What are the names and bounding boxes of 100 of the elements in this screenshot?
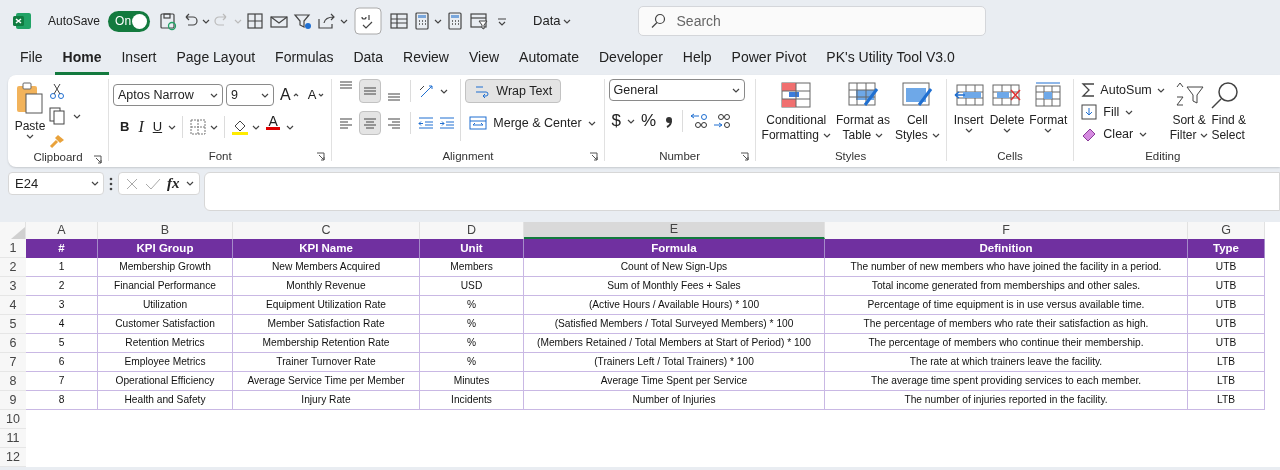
table-cell: The rate at which trainers leave the facility. — [825, 353, 1188, 372]
menu-tab[interactable]: Formulas — [265, 48, 344, 75]
menu-tab[interactable]: View — [458, 48, 510, 75]
menu-tab[interactable]: Power Pivot — [721, 48, 817, 75]
styles-button[interactable]: Conditional Formatting — [759, 79, 833, 146]
sort-filter-button[interactable]: Sort & Filter — [1168, 79, 1210, 146]
spelling-icon[interactable] — [354, 7, 383, 35]
menu-tab[interactable]: Page Layout — [166, 48, 266, 75]
column-header[interactable]: E — [524, 222, 825, 239]
row-number[interactable]: 5 — [0, 315, 26, 334]
dialog-launcher-icon[interactable] — [739, 152, 749, 161]
menu-tab[interactable]: File — [10, 48, 53, 75]
row-number[interactable]: 4 — [0, 296, 26, 315]
table-cell: The number of new members who have joined the facility in a period. — [825, 258, 1188, 277]
name-box[interactable]: E24 — [8, 172, 104, 195]
table-cell: UTB — [1188, 296, 1265, 315]
fill-color-icon[interactable] — [231, 118, 250, 136]
menu-tab[interactable]: Data — [343, 48, 394, 75]
row-number[interactable]: 12 — [0, 448, 26, 467]
copy-icon[interactable] — [49, 107, 65, 125]
shrink-font-button[interactable]: A — [304, 83, 328, 107]
autosum-button[interactable]: AutoSum — [1078, 79, 1168, 101]
row-number[interactable]: 11 — [0, 429, 26, 448]
menu-tab[interactable]: PK's Utility Tool V3.0 — [816, 48, 965, 75]
menu-tab[interactable]: Developer — [589, 48, 673, 75]
paste-button[interactable]: Paste — [12, 79, 48, 149]
currency-button[interactable]: $ — [608, 109, 625, 133]
italic-button[interactable]: I — [135, 115, 147, 139]
caret-icon — [234, 18, 243, 24]
form-icon[interactable] — [388, 11, 411, 31]
sum-icon — [1081, 82, 1096, 98]
save-icon[interactable] — [158, 11, 179, 31]
column-header[interactable]: F — [825, 222, 1188, 239]
row-number[interactable]: 10 — [0, 410, 26, 429]
column-header[interactable]: G — [1188, 222, 1265, 239]
group-label: Clipboard — [33, 150, 83, 166]
decrease-decimal-icon[interactable] — [689, 112, 710, 130]
cells-button[interactable]: Insert — [950, 79, 987, 146]
table-cell: 2 — [26, 277, 98, 296]
cells-button[interactable]: Format — [1027, 79, 1070, 146]
header-cell: Unit — [420, 239, 524, 258]
filter-table-icon[interactable] — [468, 11, 491, 31]
font-size-dropdown[interactable]: 9 — [226, 84, 274, 106]
data-dropdown[interactable]: Data — [530, 9, 574, 33]
row-number[interactable]: 3 — [0, 277, 26, 296]
font-name-dropdown[interactable]: Aptos Narrow — [113, 84, 223, 106]
column-header[interactable]: C — [233, 222, 420, 239]
bold-button[interactable]: B — [117, 115, 133, 139]
search-field[interactable]: Search — [637, 6, 986, 36]
column-header[interactable]: A — [26, 222, 98, 239]
row-number[interactable]: 8 — [0, 372, 26, 391]
row-number[interactable]: 7 — [0, 353, 26, 372]
find-select-button[interactable]: Find & Select — [1210, 79, 1248, 146]
row-number[interactable]: 9 — [0, 391, 26, 410]
formula-input[interactable] — [204, 172, 1280, 211]
fill-icon — [1081, 104, 1098, 120]
middle-align-button[interactable] — [359, 79, 382, 103]
number-format-dropdown[interactable]: General — [608, 79, 745, 101]
table-cell: Membership Retention Rate — [233, 334, 420, 353]
column-header[interactable]: B — [98, 222, 233, 239]
row-number[interactable]: 6 — [0, 334, 26, 353]
caret-icon — [73, 113, 81, 119]
row-number[interactable]: 1 — [0, 239, 26, 258]
table-cell: % — [420, 296, 524, 315]
caret-icon — [26, 134, 34, 139]
top-align-icon — [338, 81, 355, 89]
font-color-button[interactable]: A — [263, 115, 284, 139]
table-cell: Minutes — [420, 372, 524, 391]
menu-tab[interactable]: Automate — [509, 48, 589, 75]
table-cell: Financial Performance — [98, 277, 233, 296]
menu-tab[interactable]: Help — [672, 48, 722, 75]
menu-tab[interactable]: Insert — [111, 48, 167, 75]
merge-center-button[interactable]: Merge & Center — [465, 111, 600, 135]
clear-button[interactable]: Clear — [1078, 123, 1168, 145]
cells-button[interactable]: Delete — [987, 79, 1027, 146]
insert-function-button[interactable]: fx — [167, 172, 180, 195]
row-number[interactable]: 2 — [0, 258, 26, 277]
column-header[interactable]: D — [420, 222, 524, 239]
increase-decimal-icon[interactable] — [712, 112, 733, 130]
merge-icon — [469, 115, 488, 131]
dialog-launcher-icon[interactable] — [316, 152, 326, 161]
grow-font-button[interactable]: A — [277, 83, 302, 107]
dialog-launcher-icon[interactable] — [588, 152, 598, 161]
caret-icon — [931, 133, 940, 138]
borders-icon[interactable] — [189, 118, 208, 136]
wrap-text-button[interactable]: Wrap Text — [465, 79, 562, 103]
styles-button[interactable]: Cell Styles — [892, 79, 942, 146]
dialog-launcher-icon[interactable] — [93, 155, 102, 164]
header-cell: KPI Group — [98, 239, 233, 258]
styles-button[interactable]: Format as Table — [833, 79, 892, 146]
table-cell: The percentage of members who rate their satisfaction as high. — [825, 315, 1188, 334]
center-button[interactable] — [359, 111, 382, 135]
menu-tab[interactable]: Review — [393, 48, 459, 75]
underline-button[interactable]: U — [149, 115, 166, 139]
table-cell: 1 — [26, 258, 98, 277]
cut-icon[interactable] — [49, 83, 65, 99]
caret-icon — [340, 18, 349, 24]
autosave-toggle[interactable]: On — [108, 10, 151, 32]
percent-button[interactable]: % — [638, 109, 660, 133]
fill-button[interactable]: Fill — [1078, 101, 1168, 123]
